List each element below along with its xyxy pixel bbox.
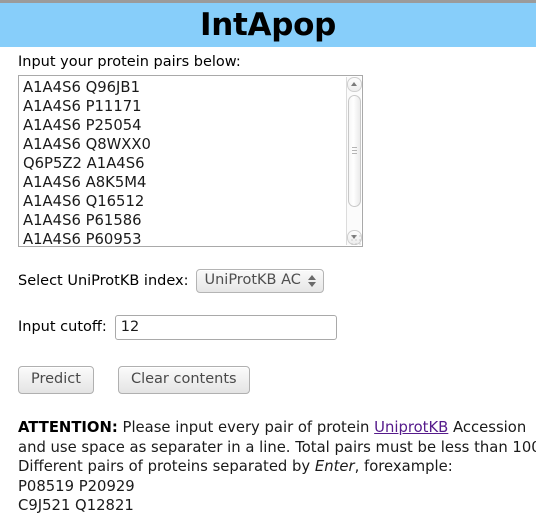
attention-text-after-link: Accession: [448, 419, 527, 437]
uniprotkb-index-select-value: UniProtKB AC: [204, 272, 301, 289]
example-pair-line-2: C9J521 Q12821: [18, 497, 134, 515]
attention-notice: ATTENTION: Please input every pair of pr…: [18, 418, 536, 516]
attention-line3-before-italic: Different pairs of proteins separated by: [18, 458, 315, 476]
attention-line-2: and use space as separater in a line. To…: [18, 438, 536, 456]
uniprotkb-link[interactable]: UniprotKB: [374, 419, 448, 436]
scrollbar-grip-icon: [352, 147, 357, 155]
index-select-label: Select UniProtKB index:: [18, 272, 189, 289]
scroll-up-arrow-icon[interactable]: [347, 77, 362, 93]
example-pair-line-1: P08519 P20929: [18, 477, 135, 495]
textarea-scrollbar[interactable]: [346, 77, 362, 246]
main-form: Input your protein pairs below: A1A4S6 Q…: [0, 54, 536, 516]
attention-line3-after-italic: , forexample:: [354, 458, 453, 476]
cutoff-input[interactable]: [114, 315, 337, 341]
index-select-row: Select UniProtKB index: UniProtKB AC: [18, 269, 536, 294]
cutoff-row: Input cutoff:: [18, 315, 536, 341]
app-header-banner: IntApop: [0, 3, 536, 47]
protein-pairs-textarea-wrapper[interactable]: A1A4S6 Q96JB1 A1A4S6 P11171 A1A4S6 P2505…: [18, 75, 363, 248]
attention-heading: ATTENTION:: [18, 419, 118, 437]
attention-line-1: ATTENTION: Please input every pair of pr…: [18, 418, 536, 438]
uniprotkb-index-select[interactable]: UniProtKB AC: [196, 269, 324, 294]
predict-button[interactable]: Predict: [18, 366, 94, 395]
page-title: IntApop: [200, 7, 336, 43]
action-button-row: Predict Clear contents: [18, 366, 536, 395]
attention-line-3: Different pairs of proteins separated by…: [18, 457, 536, 477]
textarea-resize-grip-icon[interactable]: [349, 233, 361, 246]
chevron-updown-icon: [307, 274, 316, 288]
protein-pairs-input[interactable]: A1A4S6 Q96JB1 A1A4S6 P11171 A1A4S6 P2505…: [19, 76, 347, 247]
cutoff-label: Input cutoff:: [18, 319, 107, 336]
scrollbar-thumb[interactable]: [348, 95, 361, 208]
clear-contents-button[interactable]: Clear contents: [117, 366, 250, 395]
protein-pairs-label: Input your protein pairs below:: [18, 54, 241, 70]
enter-key-emphasis: Enter: [314, 458, 355, 476]
attention-text-before-link: Please input every pair of protein: [117, 419, 375, 437]
